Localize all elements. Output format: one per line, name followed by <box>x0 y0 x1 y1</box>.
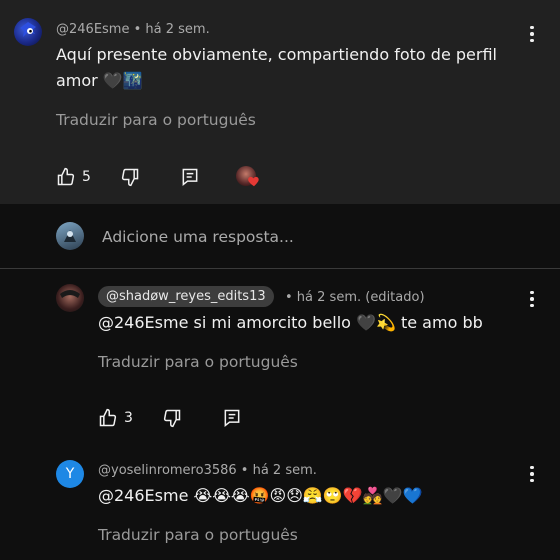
reply-button[interactable] <box>222 408 242 428</box>
author-name[interactable]: @yoselinromero3586 <box>98 463 237 478</box>
thumbs-down-icon <box>121 168 139 187</box>
more-options-icon[interactable] <box>522 463 542 485</box>
translate-link[interactable]: Traduzir para o português <box>98 353 298 371</box>
avatar-letter: Y <box>65 466 75 482</box>
dislike-button[interactable] <box>120 167 140 187</box>
reply-avatar[interactable] <box>56 284 84 312</box>
reply-text: @246Esme 😭😭😭🤬😡😞😤🙄💔💑🖤💙 <box>98 486 423 505</box>
heart-icon <box>248 176 259 187</box>
thumbs-up-icon <box>99 408 117 427</box>
thumbs-up-icon <box>57 167 75 186</box>
reply-avatar[interactable]: Y <box>56 460 84 488</box>
reply-meta: @yoselinromero3586 • há 2 sem. <box>98 463 317 478</box>
reply-meta: • há 2 sem. (editado) <box>285 290 425 305</box>
author-avatar[interactable] <box>14 18 42 46</box>
top-comment: @246Esme • há 2 sem. Aquí presente obvia… <box>0 0 560 204</box>
user-avatar-art-icon <box>64 230 76 242</box>
comment-icon <box>224 409 240 428</box>
comment-meta: @246Esme • há 2 sem. <box>56 22 210 37</box>
like-count: 3 <box>124 410 133 426</box>
creator-heart-avatar <box>236 166 259 187</box>
dislike-button[interactable] <box>162 408 182 428</box>
like-button[interactable]: 3 <box>98 408 133 428</box>
like-button[interactable]: 5 <box>56 167 91 187</box>
comment-icon <box>182 168 198 187</box>
reply-time: • há 2 sem. <box>240 463 317 478</box>
comment-text-line-2: amor 🖤🌃 <box>56 71 143 90</box>
comment-text-line-1: Aquí presente obviamente, compartiendo f… <box>56 45 497 64</box>
comment-time: • há 2 sem. <box>133 22 210 37</box>
reply-text: @246Esme si mi amorcito bello 🖤💫 te amo … <box>98 313 483 332</box>
more-options-icon[interactable] <box>522 288 542 310</box>
like-count: 5 <box>82 169 91 185</box>
user-avatar <box>56 222 84 250</box>
author-mention-chip[interactable]: @shadøw_reyes_edits13 <box>98 286 274 307</box>
reply-input[interactable]: Adicione uma resposta... <box>102 228 294 246</box>
more-options-icon[interactable] <box>522 23 542 45</box>
divider <box>0 268 560 269</box>
thumbs-down-icon <box>163 409 181 428</box>
reply-avatar-art-icon <box>60 290 80 298</box>
author-name[interactable]: @246Esme <box>56 22 129 37</box>
avatar-art-icon <box>20 22 36 37</box>
translate-link[interactable]: Traduzir para o português <box>56 111 256 129</box>
translate-link[interactable]: Traduzir para o português <box>98 526 298 544</box>
reply-button[interactable] <box>180 167 200 187</box>
